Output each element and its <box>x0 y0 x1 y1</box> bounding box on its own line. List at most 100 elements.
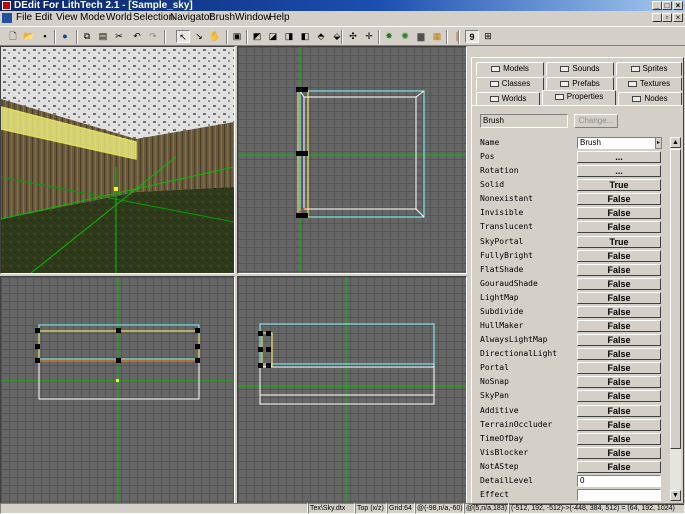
maximize-button[interactable]: □ <box>662 1 672 10</box>
redo-icon[interactable]: ↷ <box>146 30 160 43</box>
property-value-detaillevel[interactable]: 0 <box>577 475 661 487</box>
property-name: TimeOfDay <box>480 434 524 443</box>
menu-edit[interactable]: Edit <box>35 11 52 25</box>
property-value-pos[interactable]: ... <box>577 151 661 163</box>
property-value-invisible[interactable]: False <box>577 207 661 219</box>
sounds-tab-icon <box>560 65 570 72</box>
property-value-fullybright[interactable]: False <box>577 250 661 262</box>
property-value-name[interactable]: Brush <box>577 137 661 149</box>
menu-window[interactable]: Window <box>235 11 271 25</box>
change-class-button[interactable]: Change... <box>574 114 618 128</box>
mdi-restore-button[interactable]: ▫ <box>662 13 672 22</box>
property-value-alwayslightmap[interactable]: False <box>577 334 661 346</box>
property-value-directionallight[interactable]: False <box>577 348 661 360</box>
menu-file[interactable]: File <box>16 11 32 25</box>
scroll-up-icon[interactable]: ▲ <box>670 137 681 148</box>
view-icon[interactable]: ▣ <box>230 30 244 43</box>
tab-classes[interactable]: Classes <box>476 77 544 91</box>
menu-navigator[interactable]: Navigator <box>170 11 213 25</box>
tab-prefabs[interactable]: Prefabs <box>546 77 614 91</box>
property-value-notastep[interactable]: False <box>577 461 661 473</box>
property-value-lightmap[interactable]: False <box>577 292 661 304</box>
property-value-skypan[interactable]: False <box>577 390 661 402</box>
menu-view[interactable]: View <box>56 11 78 25</box>
undo-icon[interactable]: ↶ <box>130 30 144 43</box>
top-viewport[interactable] <box>0 276 235 504</box>
copy-icon[interactable]: ⧉ <box>80 30 94 43</box>
properties-scrollbar[interactable]: ▲ ▼ <box>670 137 681 501</box>
light-icon[interactable]: ✸ <box>382 30 396 43</box>
property-value-terrainoccluder[interactable]: False <box>577 419 661 431</box>
title-bar: DEdit For LithTech 2.1 - [Sample_sky] _ … <box>0 0 685 11</box>
carve-icon[interactable]: ⬘ <box>314 30 328 43</box>
property-value-additive[interactable]: False <box>577 405 661 417</box>
status-coords-2: @(5,n/a,183) <box>464 503 509 514</box>
minimize-button[interactable]: _ <box>652 1 662 10</box>
property-value-hullmaker[interactable]: False <box>577 320 661 332</box>
property-name: Subdivide <box>480 307 524 316</box>
mdi-close-button[interactable]: × <box>673 13 683 22</box>
camera-icon[interactable]: ▆ <box>414 30 428 43</box>
status-grid: Grid:64 <box>387 503 415 514</box>
brush-split-icon[interactable]: ◪ <box>266 30 280 43</box>
tab-label: Sounds <box>572 64 600 73</box>
brush-mode-icon[interactable]: ↘ <box>192 30 206 43</box>
menu-selection[interactable]: Selection <box>133 11 174 25</box>
front-viewport[interactable] <box>237 276 467 504</box>
marker-icon[interactable]: ❘ <box>450 30 464 43</box>
property-value-portal[interactable]: False <box>577 362 661 374</box>
toolbar-separator <box>76 30 78 44</box>
tab-nodes[interactable]: Nodes <box>618 92 682 106</box>
property-value-skyportal[interactable]: True <box>577 236 661 248</box>
property-value-translucent[interactable]: False <box>577 221 661 233</box>
tab-properties[interactable]: Properties <box>542 90 616 106</box>
perspective-viewport[interactable] <box>0 46 235 274</box>
property-value-effect[interactable] <box>577 489 661 501</box>
tab-textures[interactable]: Textures <box>616 77 682 91</box>
scroll-down-icon[interactable]: ▼ <box>670 490 681 501</box>
property-value-visblocker[interactable]: False <box>577 447 661 459</box>
menu-help[interactable]: Help <box>269 11 290 25</box>
geometry-icon[interactable]: ◩ <box>250 30 264 43</box>
select-mode-icon[interactable]: ↖ <box>176 30 190 43</box>
property-value-nosnap[interactable]: False <box>577 376 661 388</box>
menu-brush[interactable]: Brush <box>209 11 235 25</box>
scroll-thumb[interactable] <box>670 149 681 449</box>
menu-world[interactable]: World <box>106 11 132 25</box>
new-icon[interactable]: 🗋 <box>6 30 20 43</box>
mdi-minimize-button[interactable]: _ <box>652 13 662 22</box>
shade-icon[interactable]: ✺ <box>398 30 412 43</box>
brush-cut-icon[interactable]: ◧ <box>298 30 312 43</box>
name-dropdown-icon[interactable]: ▸ <box>655 137 662 149</box>
snap-icon[interactable]: ✣ <box>346 30 360 43</box>
tab-sprites[interactable]: Sprites <box>616 62 682 76</box>
grid-icon[interactable]: ✛ <box>362 30 376 43</box>
brush-join-icon[interactable]: ◨ <box>282 30 296 43</box>
property-value-nonexistant[interactable]: False <box>577 193 661 205</box>
property-name: Invisible <box>480 208 524 217</box>
tab-sounds[interactable]: Sounds <box>546 62 614 76</box>
tab-models[interactable]: Models <box>476 62 544 76</box>
texture-icon[interactable]: ▦ <box>430 30 444 43</box>
object-mode-icon[interactable]: ✋ <box>208 30 222 43</box>
app-icon[interactable] <box>2 1 11 10</box>
property-value-rotation[interactable]: ... <box>577 165 661 177</box>
close-button[interactable]: × <box>673 1 683 10</box>
property-value-flatshade[interactable]: False <box>577 264 661 276</box>
menu-mode[interactable]: Mode <box>80 11 105 25</box>
process-icon[interactable]: ● <box>58 30 72 43</box>
view-9-button[interactable]: 9 <box>465 30 479 43</box>
save-icon[interactable]: ▪ <box>38 30 52 43</box>
multi-view-icon[interactable]: ⊞ <box>481 30 495 43</box>
document-icon[interactable] <box>2 13 12 23</box>
property-value-gouraudshade[interactable]: False <box>577 278 661 290</box>
property-value-solid[interactable]: True <box>577 179 661 191</box>
property-value-timeofday[interactable]: False <box>577 433 661 445</box>
open-icon[interactable]: 📂 <box>22 30 36 43</box>
property-name: LightMap <box>480 293 519 302</box>
property-value-subdivide[interactable]: False <box>577 306 661 318</box>
paste-icon[interactable]: ▤ <box>96 30 110 43</box>
tab-worlds[interactable]: Worlds <box>476 92 540 106</box>
side-viewport[interactable] <box>237 46 467 274</box>
cut-icon[interactable]: ✂ <box>112 30 126 43</box>
